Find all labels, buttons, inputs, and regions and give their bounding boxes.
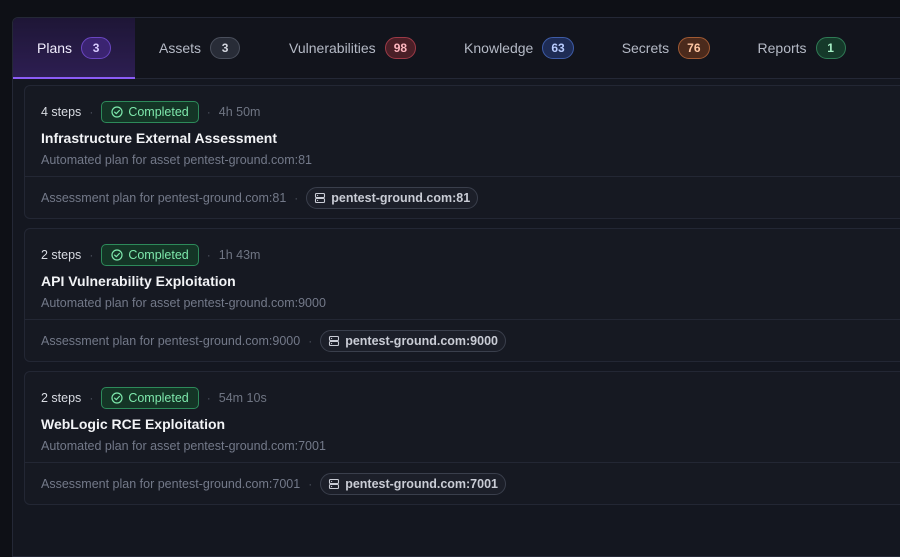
plan-footer: Assessment plan for pentest-ground.com:9… [25,320,900,361]
asset-chip[interactable]: pentest-ground.com:81 [306,186,479,209]
duration: 1h 43m [218,248,261,262]
plan-card-body: 2 steps · Completed · 54m 10s WebLogic R… [25,372,900,463]
status-label: Completed [128,105,189,119]
step-count: 2 steps [41,248,82,262]
count-badge: 98 [384,37,417,59]
duration: 54m 10s [218,391,267,405]
plan-title: Infrastructure External Assessment [41,130,278,146]
plan-description: Automated plan for asset pentest-ground.… [41,296,326,310]
plan-footer-text: Assessment plan for pentest-ground.com:8… [41,190,287,205]
separator-dot: · [308,333,313,348]
plan-card[interactable]: 2 steps · Completed · 1h 43m API Vulnera… [24,228,900,362]
server-icon [329,335,340,346]
tab-label: Secrets [621,40,670,56]
plan-description: Automated plan for asset pentest-ground.… [41,153,312,167]
separator-dot: · [206,391,211,405]
plan-description: Automated plan for asset pentest-ground.… [41,439,326,453]
plan-meta: 2 steps · Completed · 54m 10s [41,386,887,410]
separator-dot: · [206,105,211,119]
duration: 4h 50m [218,105,261,119]
step-count: 4 steps [41,105,82,119]
count-badge: 1 [815,37,846,59]
plan-footer: Assessment plan for pentest-ground.com:7… [25,463,900,504]
count-badge: 63 [542,37,574,59]
asset-label: pentest-ground.com:81 [331,190,471,205]
check-circle-icon [111,249,123,261]
server-icon [329,478,340,489]
tab-knowledge[interactable]: Knowledge 63 [440,18,598,78]
plan-title: API Vulnerability Exploitation [41,273,236,289]
plan-footer: Assessment plan for pentest-ground.com:8… [25,177,900,218]
count-badge: 3 [81,37,112,59]
check-circle-icon [111,106,123,118]
status-badge: Completed [101,387,199,409]
tab-plans[interactable]: Plans 3 [13,18,136,79]
asset-label: pentest-ground.com:9000 [345,333,498,348]
plan-title: WebLogic RCE Exploitation [41,416,226,432]
separator-dot: · [89,391,94,405]
plan-footer-text: Assessment plan for pentest-ground.com:7… [41,476,301,491]
plan-meta: 4 steps · Completed · 4h 50m [41,100,887,124]
plan-card[interactable]: 4 steps · Completed · 4h 50m Infrastruct… [24,85,900,219]
tab-label: Knowledge [464,40,534,56]
count-badge: 3 [210,37,241,59]
count-badge: 76 [678,37,710,59]
server-icon [315,192,326,203]
plan-card-body: 2 steps · Completed · 1h 43m API Vulnera… [25,229,900,320]
step-count: 2 steps [41,391,82,405]
separator-dot: · [308,476,313,491]
asset-label: pentest-ground.com:7001 [345,476,498,491]
status-badge: Completed [101,101,199,123]
asset-chip[interactable]: pentest-ground.com:9000 [320,329,506,352]
plan-footer-text: Assessment plan for pentest-ground.com:9… [41,333,301,348]
tab-bar: Plans 3 Assets 3 Vulnerabilities 98 Know… [13,18,900,79]
status-label: Completed [128,391,189,405]
tab-label: Vulnerabilities [289,40,376,56]
tab-assets[interactable]: Assets 3 [135,18,264,78]
check-circle-icon [111,392,123,404]
tab-reports[interactable]: Reports 1 [734,18,870,78]
asset-chip[interactable]: pentest-ground.com:7001 [320,472,506,495]
separator-dot: · [206,248,211,262]
status-label: Completed [128,248,189,262]
plan-card-body: 4 steps · Completed · 4h 50m Infrastruct… [25,86,900,177]
tab-label: Assets [159,40,202,56]
tab-label: Reports [757,40,807,56]
separator-dot: · [89,248,94,262]
separator-dot: · [294,190,299,205]
tab-label: Plans [37,40,73,56]
tab-secrets[interactable]: Secrets 76 [598,18,734,78]
plan-card[interactable]: 2 steps · Completed · 54m 10s WebLogic R… [24,371,900,505]
plan-meta: 2 steps · Completed · 1h 43m [41,243,887,267]
status-badge: Completed [101,244,199,266]
tab-vulnerabilities[interactable]: Vulnerabilities 98 [264,18,440,78]
separator-dot: · [89,105,94,119]
plan-list: 4 steps · Completed · 4h 50m Infrastruct… [24,85,900,514]
